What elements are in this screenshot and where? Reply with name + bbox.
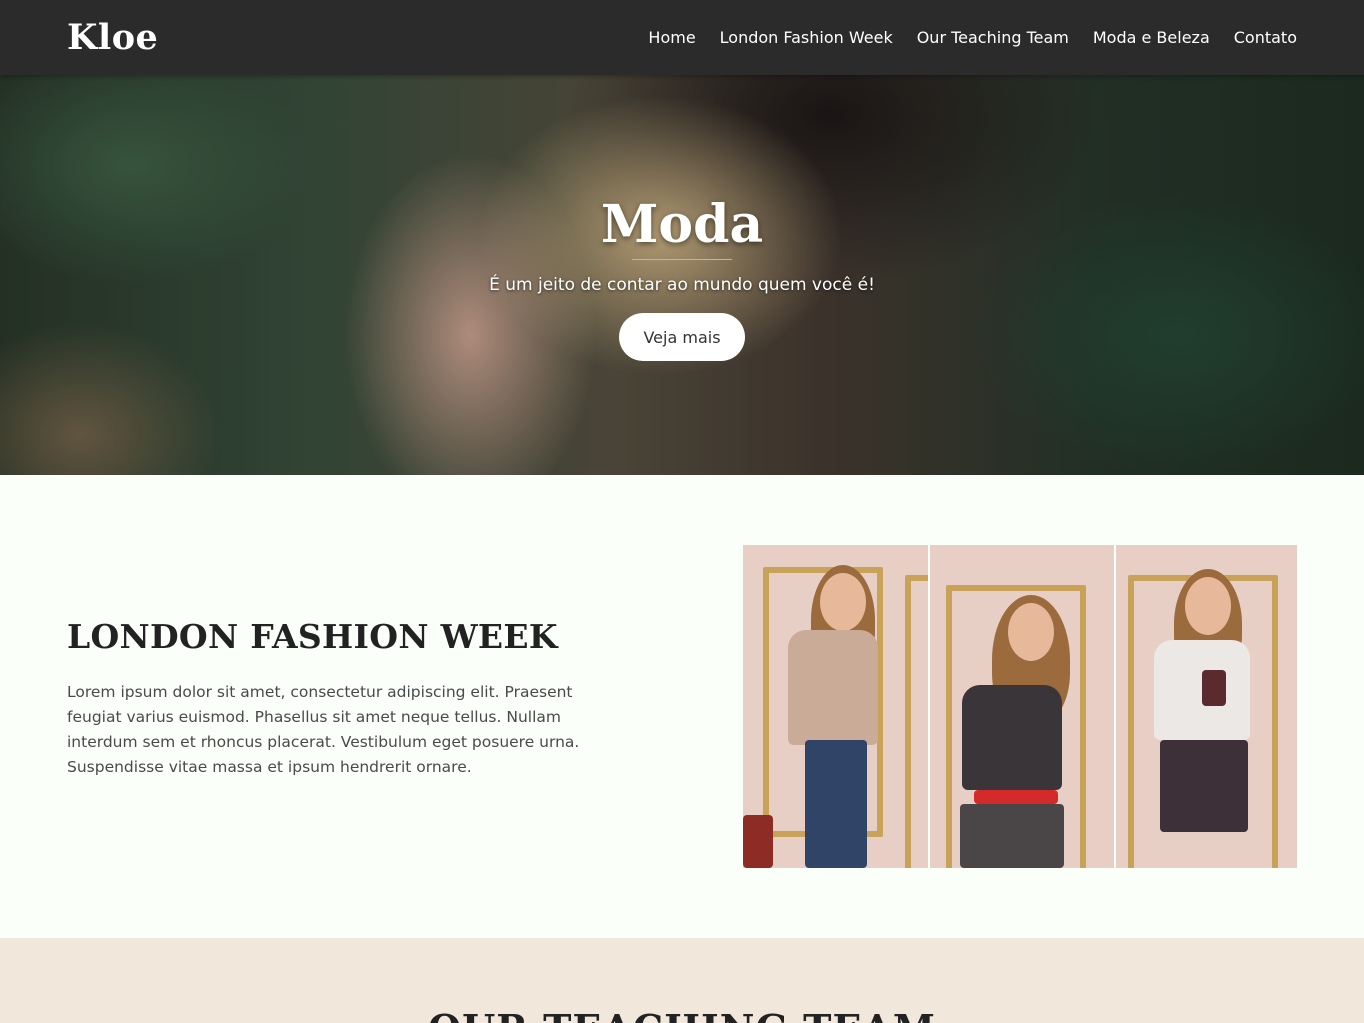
team-heading: OUR TEACHING TEAM [0, 1006, 1364, 1023]
hero-subtitle: É um jeito de contar ao mundo quem você … [489, 275, 875, 295]
see-more-button[interactable]: Veja mais [619, 313, 745, 361]
brand-logo[interactable]: Kloe [67, 17, 158, 58]
teaching-team-section: OUR TEACHING TEAM [0, 938, 1364, 1023]
fashion-photo-2 [930, 545, 1114, 868]
nav-home[interactable]: Home [648, 28, 695, 47]
london-description: Lorem ipsum dolor sit amet, consectetur … [67, 683, 580, 776]
london-heading: LONDON FASHION WEEK [67, 617, 558, 656]
nav-our-teaching-team[interactable]: Our Teaching Team [917, 28, 1069, 47]
main-nav: Home London Fashion Week Our Teaching Te… [648, 28, 1297, 47]
london-fashion-week-section: LONDON FASHION WEEK Lorem ipsum dolor si… [0, 475, 1364, 938]
nav-london-fashion-week[interactable]: London Fashion Week [720, 28, 893, 47]
nav-contato[interactable]: Contato [1234, 28, 1297, 47]
fashion-photo-3 [1116, 545, 1297, 868]
hero-section: Moda É um jeito de contar ao mundo quem … [0, 75, 1364, 475]
hero-content: Moda É um jeito de contar ao mundo quem … [0, 75, 1364, 475]
hero-title: Moda [600, 194, 764, 255]
fashion-photo-1 [743, 545, 928, 868]
nav-moda-e-beleza[interactable]: Moda e Beleza [1093, 28, 1210, 47]
fashion-photo-gallery [743, 545, 1297, 868]
site-header: Kloe Home London Fashion Week Our Teachi… [0, 0, 1364, 75]
hero-divider [632, 259, 732, 260]
